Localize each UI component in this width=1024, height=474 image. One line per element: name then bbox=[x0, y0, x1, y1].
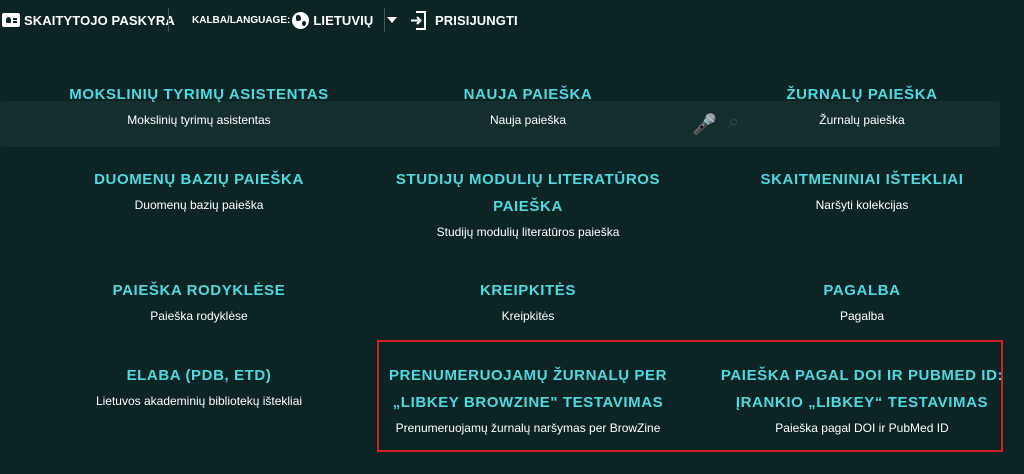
account-label: SKAITYTOJO PASKYRA bbox=[24, 12, 175, 28]
menu-item-title[interactable]: PAIEŠKA PAGAL DOI IR PUBMED ID: ĮRANKIO … bbox=[708, 362, 1016, 416]
menu-item-libkey-doi[interactable]: PAIEŠKA PAGAL DOI IR PUBMED ID: ĮRANKIO … bbox=[708, 362, 1016, 436]
menu-item-subtitle[interactable]: Naršyti kolekcijas bbox=[700, 197, 1024, 213]
menu-item-new-search[interactable]: NAUJA PAIEŠKA Nauja paieška bbox=[371, 81, 685, 128]
menu-item-title[interactable]: PAGALBA bbox=[700, 277, 1024, 304]
top-bar: SKAITYTOJO PASKYRA KALBA/LANGUAGE: LIETU… bbox=[0, 0, 1024, 40]
menu-item-database-search[interactable]: DUOMENŲ BAZIŲ PAIEŠKA Duomenų bazių paie… bbox=[20, 166, 378, 213]
menu-item-title[interactable]: KREIPKITĖS bbox=[371, 277, 685, 304]
language-prefix: KALBA/LANGUAGE: bbox=[192, 14, 291, 26]
menu-item-digital-resources[interactable]: SKAITMENINIAI IŠTEKLIAI Naršyti kolekcij… bbox=[700, 166, 1024, 213]
menu-item-research-assistant[interactable]: MOKSLINIŲ TYRIMŲ ASISTENTAS Mokslinių ty… bbox=[20, 81, 378, 128]
menu-item-title[interactable]: PRENUMERUOJAMŲ ŽURNALŲ PER „LIBKEY BROWZ… bbox=[386, 362, 670, 416]
menu-item-title[interactable]: STUDIJŲ MODULIŲ LITERATŪROS PAIEŠKA bbox=[386, 166, 670, 220]
account-button[interactable]: SKAITYTOJO PASKYRA bbox=[2, 10, 175, 30]
menu-item-subtitle[interactable]: Žurnalų paieška bbox=[700, 112, 1024, 128]
menu-item-title[interactable]: MOKSLINIŲ TYRIMŲ ASISTENTAS bbox=[20, 81, 378, 108]
globe-icon bbox=[292, 11, 310, 29]
menu-item-title[interactable]: NAUJA PAIEŠKA bbox=[371, 81, 685, 108]
menu-item-subtitle[interactable]: Duomenų bazių paieška bbox=[20, 197, 378, 213]
menu-item-title[interactable]: PAIEŠKA RODYKLĖSE bbox=[20, 277, 378, 304]
caret-down-icon bbox=[387, 17, 398, 23]
menu-item-subtitle[interactable]: Nauja paieška bbox=[371, 112, 685, 128]
menu-item-libkey-browzine[interactable]: PRENUMERUOJAMŲ ŽURNALŲ PER „LIBKEY BROWZ… bbox=[386, 362, 670, 436]
sign-in-icon bbox=[411, 10, 426, 30]
menu-item-title[interactable]: ELABA (PDB, ETD) bbox=[20, 362, 378, 389]
menu-item-subtitle[interactable]: Paieška pagal DOI ir PubMed ID bbox=[708, 420, 1016, 436]
menu-item-contact[interactable]: KREIPKITĖS Kreipkitės bbox=[371, 277, 685, 324]
language-selector[interactable]: KALBA/LANGUAGE: LIETUVIŲ bbox=[192, 10, 398, 30]
menu-item-subtitle[interactable]: Pagalba bbox=[700, 308, 1024, 324]
menu-item-elaba[interactable]: ELABA (PDB, ETD) Lietuvos akademinių bib… bbox=[20, 362, 378, 409]
page: 🎤 ⌕ SKAITYTOJO PASKYRA KALBA/LANGUAGE: L… bbox=[0, 0, 1024, 474]
login-button[interactable]: PRISIJUNGTI bbox=[410, 10, 518, 30]
menu-item-course-literature[interactable]: STUDIJŲ MODULIŲ LITERATŪROS PAIEŠKA Stud… bbox=[386, 166, 670, 240]
divider bbox=[168, 8, 169, 32]
menu-item-subtitle[interactable]: Studijų modulių literatūros paieška bbox=[386, 224, 670, 240]
language-value: LIETUVIŲ bbox=[313, 12, 374, 28]
menu-item-subtitle[interactable]: Paieška rodyklėse bbox=[20, 308, 378, 324]
menu-item-title[interactable]: DUOMENŲ BAZIŲ PAIEŠKA bbox=[20, 166, 378, 193]
menu-item-title[interactable]: ŽURNALŲ PAIEŠKA bbox=[700, 81, 1024, 108]
menu-item-help[interactable]: PAGALBA Pagalba bbox=[700, 277, 1024, 324]
menu-item-subtitle[interactable]: Kreipkitės bbox=[371, 308, 685, 324]
menu-item-index-search[interactable]: PAIEŠKA RODYKLĖSE Paieška rodyklėse bbox=[20, 277, 378, 324]
menu-item-subtitle[interactable]: Mokslinių tyrimų asistentas bbox=[20, 112, 378, 128]
menu-item-title[interactable]: SKAITMENINIAI IŠTEKLIAI bbox=[700, 166, 1024, 193]
divider bbox=[384, 8, 385, 32]
login-label: PRISIJUNGTI bbox=[435, 12, 518, 28]
menu-item-subtitle[interactable]: Prenumeruojamų žurnalų naršymas per Brow… bbox=[386, 420, 670, 436]
menu-item-subtitle[interactable]: Lietuvos akademinių bibliotekų ištekliai bbox=[20, 393, 378, 409]
id-card-icon bbox=[2, 13, 20, 27]
menu-item-journal-search[interactable]: ŽURNALŲ PAIEŠKA Žurnalų paieška bbox=[700, 81, 1024, 128]
